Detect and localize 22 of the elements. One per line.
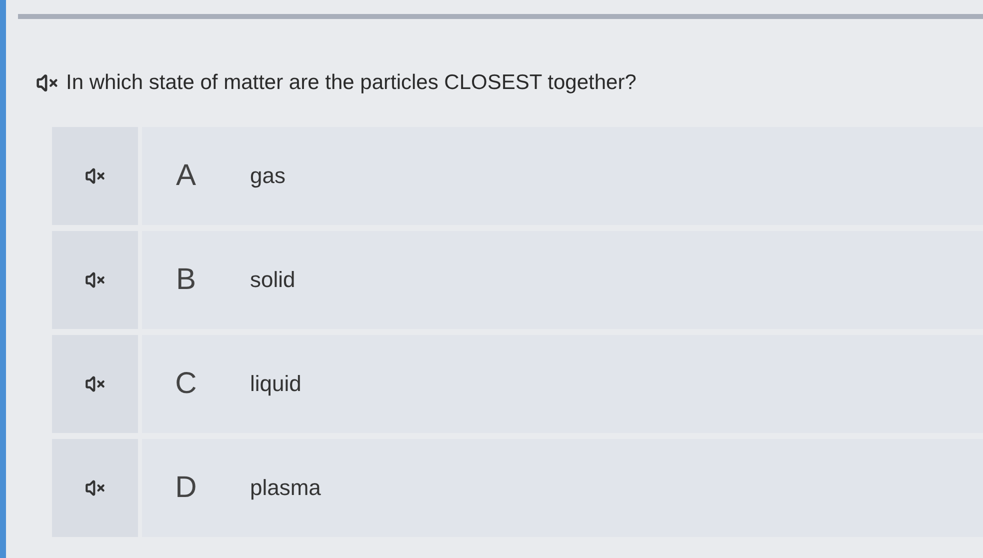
option-text: liquid bbox=[249, 370, 302, 398]
answer-option[interactable]: C liquid bbox=[142, 334, 983, 432]
answer-option[interactable]: A gas bbox=[142, 126, 983, 224]
question-text: In which state of matter are the particles CLOSEST together? bbox=[66, 70, 636, 96]
option-letter: A bbox=[174, 158, 197, 194]
option-text: plasma bbox=[249, 474, 321, 502]
audio-button[interactable] bbox=[52, 230, 138, 328]
option-letter: B bbox=[174, 262, 197, 298]
option-letter: C bbox=[174, 366, 198, 402]
mute-speaker-icon bbox=[85, 478, 105, 498]
audio-button[interactable] bbox=[52, 334, 138, 432]
option-text: gas bbox=[249, 162, 286, 190]
mute-speaker-icon bbox=[85, 166, 105, 186]
option-text: solid bbox=[249, 266, 296, 294]
audio-button[interactable] bbox=[52, 438, 138, 536]
mute-speaker-icon[interactable] bbox=[36, 72, 58, 94]
option-letter: D bbox=[174, 470, 198, 506]
mute-speaker-icon bbox=[85, 374, 105, 394]
answer-option[interactable]: D plasma bbox=[142, 438, 983, 536]
audio-button[interactable] bbox=[52, 126, 138, 224]
mute-speaker-icon bbox=[85, 270, 105, 290]
answer-option[interactable]: B solid bbox=[142, 230, 983, 328]
